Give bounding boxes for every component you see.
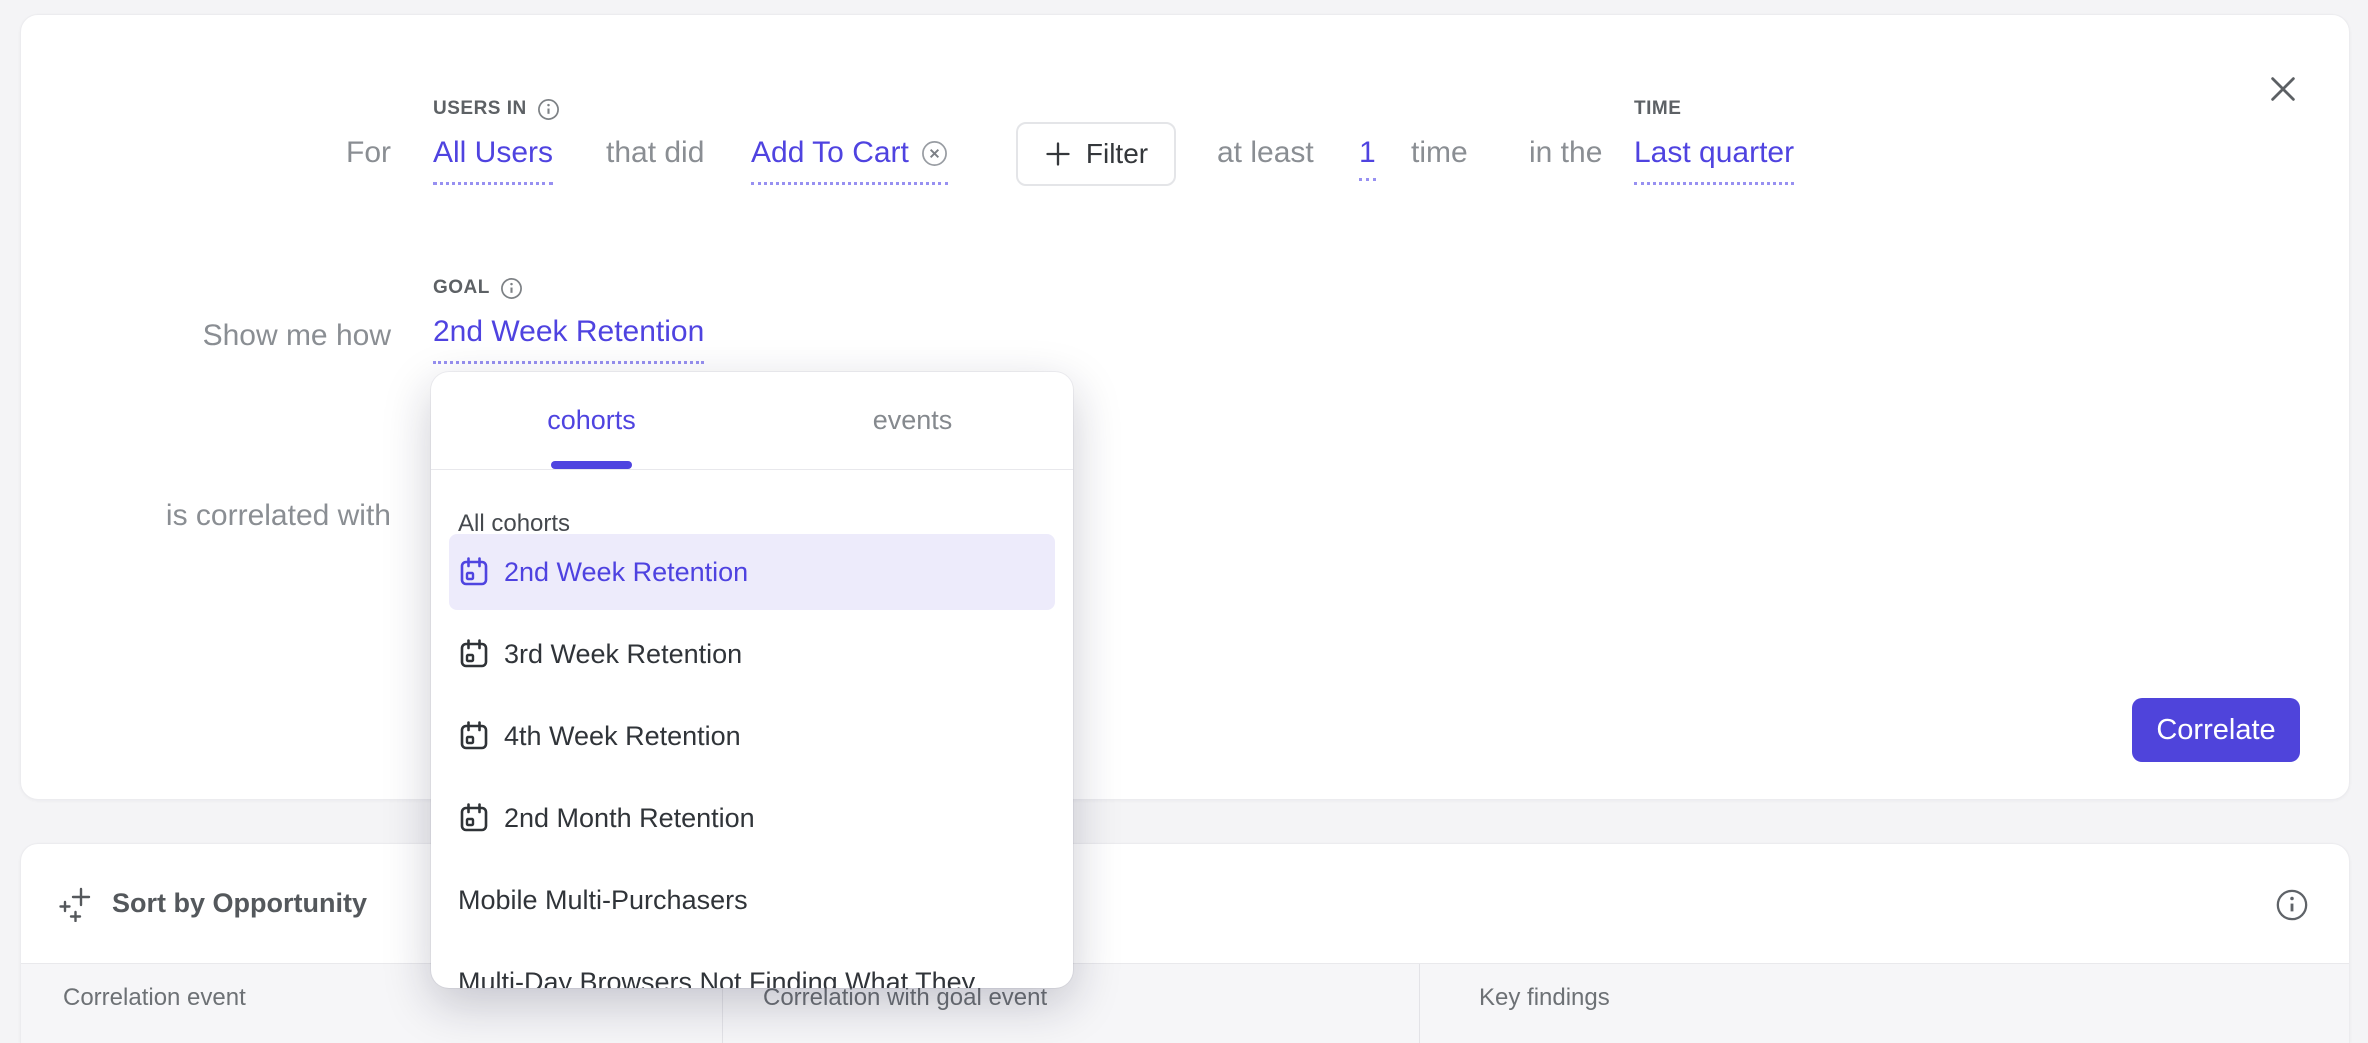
in-the-text: in the xyxy=(1529,136,1602,170)
cohort-list: 2nd Week Retention 3rd Week Retention xyxy=(431,531,1073,988)
row1-prefix: For xyxy=(21,136,391,170)
goal-label: GOAL xyxy=(433,277,490,299)
query-builder-card: For USERS IN All Users that did Add To C… xyxy=(20,14,2350,800)
cohort-picker-dropdown: cohorts events All cohorts 2nd Week Rete… xyxy=(431,372,1073,988)
goal-group: GOAL 2nd Week Retention xyxy=(433,275,704,364)
event-group: Add To Cart xyxy=(751,136,948,185)
list-item[interactable]: 4th Week Retention xyxy=(431,695,1073,777)
calendar-icon xyxy=(458,802,490,834)
list-item-label: Multi-Day Browsers Not Finding What They xyxy=(458,967,975,989)
filter-button-label: Filter xyxy=(1086,138,1148,170)
row3-prefix: is correlated with xyxy=(21,499,391,533)
calendar-icon xyxy=(458,720,490,752)
cohort-selector[interactable]: All Users xyxy=(433,136,553,185)
remove-event-icon[interactable] xyxy=(921,140,948,167)
active-tab-indicator xyxy=(551,461,632,469)
event-selector[interactable]: Add To Cart xyxy=(751,136,948,185)
list-item[interactable]: Multi-Day Browsers Not Finding What They xyxy=(431,941,1073,988)
list-item[interactable]: 3rd Week Retention xyxy=(431,613,1073,695)
column-divider xyxy=(1419,964,1420,1043)
sort-by-opportunity[interactable]: Sort by Opportunity xyxy=(112,888,367,919)
correlate-button[interactable]: Correlate xyxy=(2132,698,2300,762)
info-icon[interactable] xyxy=(2275,888,2309,922)
results-card: Sort by Opportunity Correlation event Co… xyxy=(20,843,2350,1043)
calendar-icon xyxy=(458,556,490,588)
time-range-selector[interactable]: Last quarter xyxy=(1634,136,1794,185)
calendar-icon xyxy=(458,638,490,670)
event-label: Add To Cart xyxy=(751,136,909,170)
goal-selector[interactable]: 2nd Week Retention xyxy=(433,315,704,364)
info-icon[interactable] xyxy=(500,277,523,300)
list-item-label: 3rd Week Retention xyxy=(504,639,742,670)
list-item[interactable]: 2nd Week Retention xyxy=(449,534,1055,610)
tab-events[interactable]: events xyxy=(752,372,1073,469)
table-header-row: Correlation event Correlation with goal … xyxy=(21,963,2349,1043)
count-stepper[interactable]: 1 xyxy=(1359,136,1376,181)
plus-icon xyxy=(1044,140,1072,168)
tab-cohorts[interactable]: cohorts xyxy=(431,372,752,469)
list-item-label: Mobile Multi-Purchasers xyxy=(458,885,748,916)
time-label: TIME xyxy=(1634,98,1681,120)
list-item-label: 4th Week Retention xyxy=(504,721,741,752)
add-filter-button[interactable]: Filter xyxy=(1016,122,1176,186)
list-item-label: 2nd Month Retention xyxy=(504,803,755,834)
users-in-group: USERS IN All Users xyxy=(433,96,560,185)
that-did-text: that did xyxy=(606,136,704,170)
list-item-label: 2nd Week Retention xyxy=(504,557,748,588)
close-icon[interactable] xyxy=(2261,67,2305,111)
info-icon[interactable] xyxy=(537,98,560,121)
list-item[interactable]: Mobile Multi-Purchasers xyxy=(431,859,1073,941)
at-least-text: at least xyxy=(1217,136,1314,170)
row2-prefix: Show me how xyxy=(21,319,391,353)
users-in-label: USERS IN xyxy=(433,98,527,120)
time-group: TIME Last quarter xyxy=(1634,96,1794,185)
sort-row: Sort by Opportunity xyxy=(21,844,367,963)
sort-sparkle-icon xyxy=(58,886,94,922)
time-unit-text: time xyxy=(1411,136,1468,170)
dropdown-tabs: cohorts events xyxy=(431,372,1073,470)
list-item[interactable]: 2nd Month Retention xyxy=(431,777,1073,859)
